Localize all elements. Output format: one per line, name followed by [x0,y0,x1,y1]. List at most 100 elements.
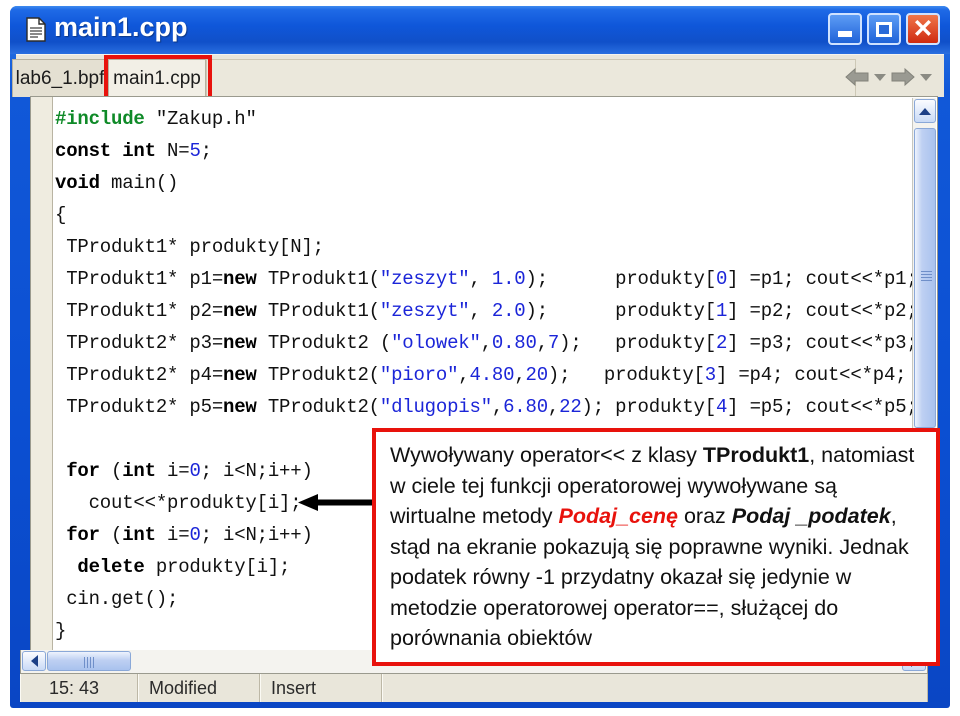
tab-label: lab6_1.bpf [15,67,105,89]
window-title: main1.cpp [54,12,188,42]
code-token: TProdukt1( [256,300,380,322]
tab-lab6-1-bpf[interactable]: lab6_1.bpf [12,59,108,97]
code-token: new [223,364,257,386]
callout-text-run: Podaj_cenę [558,504,679,528]
maximize-button[interactable] [867,13,901,45]
chevron-up-icon [918,107,931,115]
back-arrow-icon[interactable] [844,67,870,87]
code-token: } [55,620,67,642]
code-token: { [55,204,67,226]
code-line: TProdukt2* p3=new TProdukt2 ("olowek",0.… [55,327,918,359]
code-line: TProdukt2* p5=new TProdukt2("dlugopis",6… [55,391,918,423]
code-token: ] =p3; cout<<*p3; [727,332,918,354]
code-token: for [66,460,100,482]
code-token: main() [111,172,179,194]
forward-dropdown-chevron-down-icon[interactable] [920,73,932,81]
code-token: ; [200,140,212,162]
code-token: new [223,300,257,322]
code-line: TProdukt1* produkty[N]; [55,231,918,263]
editor-gutter [31,97,53,655]
code-token: "Zakup.h" [155,108,257,130]
code-token: 20 [525,364,549,386]
code-line: const int N=5; [55,135,918,167]
code-line: TProdukt1* p1=new TProdukt1("zeszyt", 1.… [55,263,918,295]
code-token: 1.0 [491,268,526,290]
code-token: 0.80 [491,332,537,354]
tab-label: main1.cpp [113,67,201,89]
window-controls: ✕ [828,13,940,45]
code-token: TProdukt2* p4= [55,364,224,386]
tab-main1-cpp[interactable]: main1.cpp [108,59,206,97]
code-token: 0 [189,460,201,482]
scroll-left-button[interactable] [22,651,46,671]
code-token: N= [167,140,190,162]
callout-text-run: Wywoływany operator<< z klasy [390,443,703,467]
modified-status: Modified [138,674,260,702]
code-token: "zeszyt" [379,268,470,290]
close-button[interactable]: ✕ [906,13,940,45]
tab-strip-filler [206,59,856,97]
code-token: 1 [715,300,728,322]
code-token: , [536,332,548,354]
document-icon [26,17,46,42]
code-token: void [55,172,112,194]
code-token: 0 [715,268,728,290]
code-token: TProdukt1* p1= [55,268,224,290]
code-token: i= [155,460,190,482]
code-token: , [491,396,504,418]
screenshot-root: main1.cpp ✕ lab6_1.bpf main1.cpp #includ… [0,0,960,716]
code-token: TProdukt1( [256,268,380,290]
code-token: TProdukt1* p2= [55,300,224,322]
code-token: 0 [189,524,201,546]
code-token: const int [55,140,168,162]
code-token: cout<<*produkty[i]; [55,492,302,514]
tab-strip: lab6_1.bpf main1.cpp [12,54,944,101]
code-token: , [547,396,560,418]
code-token: ] =p5; cout<<*p5; [727,396,918,418]
code-token: ; i<N;i++) [200,460,313,482]
code-token: new [223,396,257,418]
code-token: int [122,524,156,546]
status-filler [382,674,928,702]
maximize-icon [876,21,892,37]
forward-arrow-icon[interactable] [890,67,916,87]
code-token: #include [55,108,156,130]
code-token: 4.80 [469,364,515,386]
code-token: ] =p4; cout<<*p4; [715,364,907,386]
callout-text-run: Podaj _podatek [731,504,891,528]
code-line: { [55,199,918,231]
annotation-arrow-icon [298,494,374,511]
code-token: ] =p2; cout<<*p2; [727,300,918,322]
scroll-grip-icon [84,657,96,668]
vertical-scroll-thumb[interactable] [914,128,936,428]
back-dropdown-chevron-down-icon[interactable] [874,73,886,81]
minimize-button[interactable] [828,13,862,45]
code-token: new [223,268,257,290]
code-token: ); produkty[ [581,396,717,418]
close-icon: ✕ [912,15,934,43]
code-token: TProdukt1* produkty[N]; [55,236,324,258]
scroll-up-button[interactable] [913,99,936,123]
code-token: "olowek" [391,332,481,354]
code-token: TProdukt2 ( [256,332,392,354]
code-token: , [458,364,470,386]
status-bar: 15: 43 Modified Insert [20,674,928,702]
scroll-grip-icon [921,271,932,283]
code-token: ( [99,460,123,482]
code-token: TProdukt2( [256,364,380,386]
code-token: new [223,332,257,354]
code-token: cin.get(); [55,588,179,610]
code-token: , [514,364,526,386]
code-token: 3 [704,364,716,386]
code-token: TProdukt2* p3= [55,332,224,354]
horizontal-scroll-thumb[interactable] [47,651,131,671]
annotation-callout: Wywoływany operator<< z klasy TProdukt1,… [372,428,940,666]
code-token: , [469,300,492,322]
code-token: for [66,524,100,546]
callout-text-run: TProdukt1 [702,443,810,467]
code-token: ; i<N;i++) [200,524,313,546]
code-line: TProdukt2* p4=new TProdukt2("pioro",4.80… [55,359,918,391]
